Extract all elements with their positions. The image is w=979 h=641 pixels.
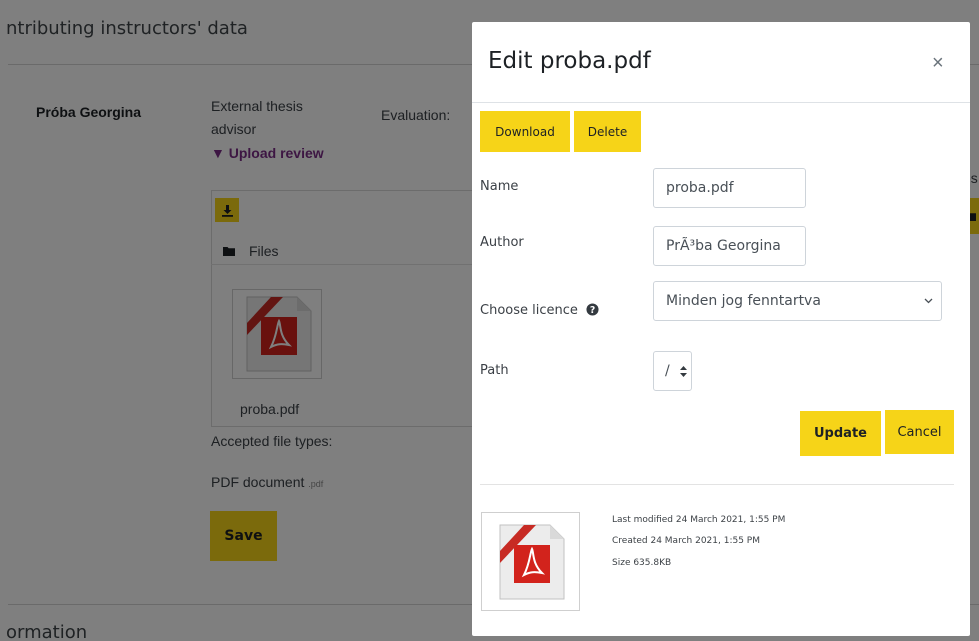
- svg-text:?: ?: [590, 305, 595, 316]
- update-button[interactable]: Update: [800, 411, 881, 456]
- licence-label: Choose licence: [480, 303, 578, 318]
- help-icon[interactable]: ?: [586, 303, 599, 316]
- cancel-button[interactable]: Cancel: [885, 410, 954, 454]
- path-select[interactable]: /: [653, 351, 692, 391]
- file-preview: [481, 512, 580, 611]
- author-label: Author: [480, 235, 524, 250]
- sort-icon: [680, 366, 687, 377]
- name-field[interactable]: proba.pdf: [653, 168, 806, 208]
- licence-label-group: Choose licence ?: [480, 301, 599, 319]
- chevron-down-icon: [924, 298, 933, 304]
- file-size: Size 635.8KB: [612, 558, 672, 568]
- edit-file-dialog: Edit proba.pdf × Download Delete Name pr…: [472, 22, 970, 636]
- close-icon[interactable]: ×: [932, 52, 944, 75]
- licence-select[interactable]: Minden jog fenntartva: [653, 281, 942, 321]
- pdf-file-icon: [499, 524, 565, 600]
- last-modified: Last modified 24 March 2021, 1:55 PM: [612, 515, 786, 525]
- dialog-header-divider: [472, 102, 970, 103]
- path-label: Path: [480, 363, 509, 378]
- created-date: Created 24 March 2021, 1:55 PM: [612, 536, 760, 546]
- dialog-title: Edit proba.pdf: [488, 48, 651, 74]
- download-button[interactable]: Download: [480, 111, 570, 152]
- author-field[interactable]: PrÃ³ba Georgina: [653, 226, 806, 266]
- licence-value: Minden jog fenntartva: [666, 293, 821, 309]
- info-divider: [480, 484, 954, 485]
- name-label: Name: [480, 179, 519, 194]
- path-value: /: [665, 363, 670, 379]
- delete-button[interactable]: Delete: [574, 111, 641, 152]
